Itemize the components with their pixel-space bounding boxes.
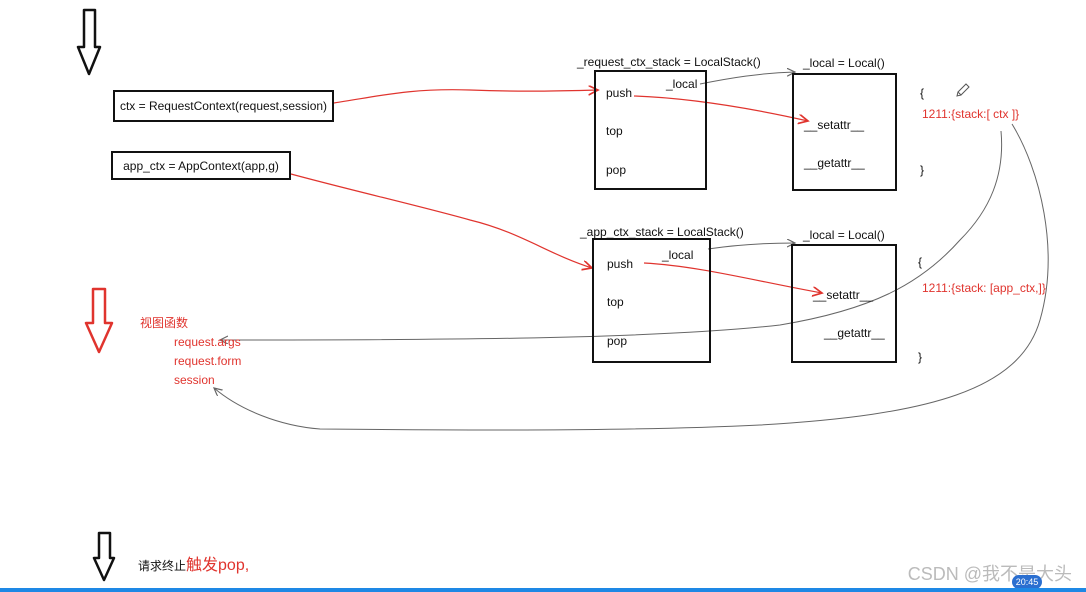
request-local-setattr: __setattr__ [804,118,865,132]
down-arrow-icon [84,287,114,354]
view-function-title: 视图函数 [140,316,189,330]
app-local-title: _local = Local() [803,228,885,242]
app-local-setattr: __setattr__ [813,288,874,302]
request-dict-open: { [920,86,925,100]
view-item-request-form: request.form [174,354,242,368]
view-item-request-args: request.args [174,335,241,349]
app-stack-title: _app_ctx_stack = LocalStack() [580,225,744,239]
request-stack-box: _local push top pop [594,70,707,190]
app-local-to-local-arrow [707,243,795,250]
request-local-getattr: __getattr__ [804,156,865,170]
app-dict-entry: 1211:{stack: [app_ctx,]} [922,281,1046,295]
bottom-progress-bar [0,588,1086,592]
end-note-small: 请求终止 [138,559,187,573]
app-stack-push: push [607,257,634,271]
app-local-box: __setattr__ __getattr__ [791,244,897,363]
request-stack-local-label: _local [666,77,698,91]
app-dict-close: } [918,350,923,364]
ctx-to-push-arrow [333,90,598,104]
view-item-session: session [174,373,215,387]
request-stack-push: push [606,86,633,100]
request-local-title: _local = Local() [803,56,885,70]
request-stack-pop: pop [606,163,627,177]
request-dict-close: } [920,163,925,177]
request-stack-title: _request_ctx_stack = LocalStack() [577,55,761,69]
down-arrow-icon [76,8,102,76]
app-stack-top: top [607,295,624,309]
app-stack-box: _local push top pop [592,238,711,363]
app-ctx-to-push-arrow [290,173,592,268]
app-ctx-label: app_ctx = AppContext(app,g) [123,158,279,173]
request-stack-top: top [606,124,623,138]
ctx-label: ctx = RequestContext(request,session) [119,99,328,113]
ctx-box: ctx = RequestContext(request,session) [113,90,334,122]
app-stack-pop: pop [607,334,628,348]
clock-badge: 20:45 [1012,575,1042,589]
request-dict-entry: 1211:{stack:[ ctx ]} [922,107,1020,121]
down-arrow-icon [92,531,116,582]
request-local-box: __setattr__ __getattr__ [792,73,897,191]
app-local-getattr: __getattr__ [824,326,885,340]
pencil-icon [956,83,970,97]
end-note: 请求终止触发pop, [138,551,249,575]
csdn-watermark: CSDN @我不是大头 [907,564,1072,584]
local-to-local-arrow [699,72,795,85]
app-stack-local-label: _local [662,248,694,262]
app-ctx-box: app_ctx = AppContext(app,g) [111,151,291,180]
end-note-big: 触发pop, [186,557,250,574]
app-dict-open: { [918,255,923,269]
